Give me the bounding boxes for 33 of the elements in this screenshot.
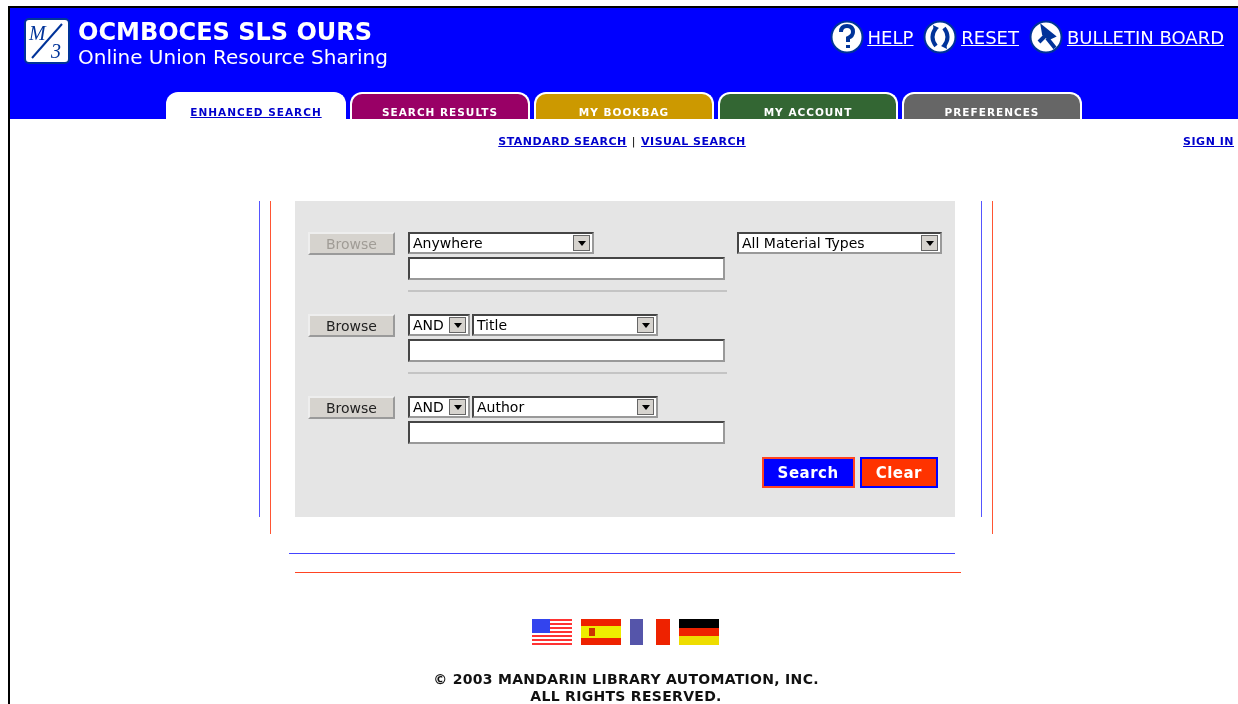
flag-icon[interactable]: [678, 619, 719, 645]
header-link[interactable]: RESET: [961, 26, 1019, 48]
separator: |: [631, 134, 637, 148]
clear-button[interactable]: Clear: [859, 457, 938, 488]
field-dropdown[interactable]: Author: [472, 396, 658, 418]
operator-dropdown[interactable]: AND: [408, 396, 470, 418]
field-dropdown[interactable]: Title: [472, 314, 658, 336]
material-type-dropdown[interactable]: All Material Types: [737, 232, 942, 254]
site-title: OCMBOCES SLS OURS: [78, 18, 374, 46]
rights-text: ALL RIGHTS RESERVED.: [530, 688, 722, 704]
help-icon: [829, 20, 864, 54]
site-subtitle: Online Union Resource Sharing: [78, 46, 388, 68]
nav-link[interactable]: VISUAL SEARCH: [641, 134, 746, 148]
operator-dropdown[interactable]: AND: [408, 314, 470, 336]
header-link[interactable]: HELP: [867, 26, 914, 48]
browse-button[interactable]: Browse: [308, 314, 395, 337]
copyright-text: © 2003 MANDARIN LIBRARY AUTOMATION, INC.: [433, 671, 819, 688]
search-input-field[interactable]: [408, 421, 725, 444]
reset-icon: [923, 20, 958, 54]
header-link[interactable]: BULLETIN BOARD: [1067, 26, 1224, 48]
search-input-field[interactable]: [408, 339, 725, 362]
tab[interactable]: MY ACCOUNT: [718, 92, 898, 119]
logo: M 3: [24, 18, 70, 64]
search-button[interactable]: Search: [761, 457, 855, 488]
tab[interactable]: SEARCH RESULTS: [350, 92, 530, 119]
flag-icon[interactable]: [531, 619, 572, 645]
tab[interactable]: PREFERENCES: [902, 92, 1082, 119]
browse-button[interactable]: Browse: [308, 396, 395, 419]
nav-link[interactable]: STANDARD SEARCH: [498, 134, 627, 148]
sign-in-link[interactable]: SIGN IN: [1183, 134, 1234, 148]
tab[interactable]: ENHANCED SEARCH: [166, 92, 346, 119]
search-input-field[interactable]: [408, 257, 725, 280]
flag-icon[interactable]: [629, 619, 670, 645]
